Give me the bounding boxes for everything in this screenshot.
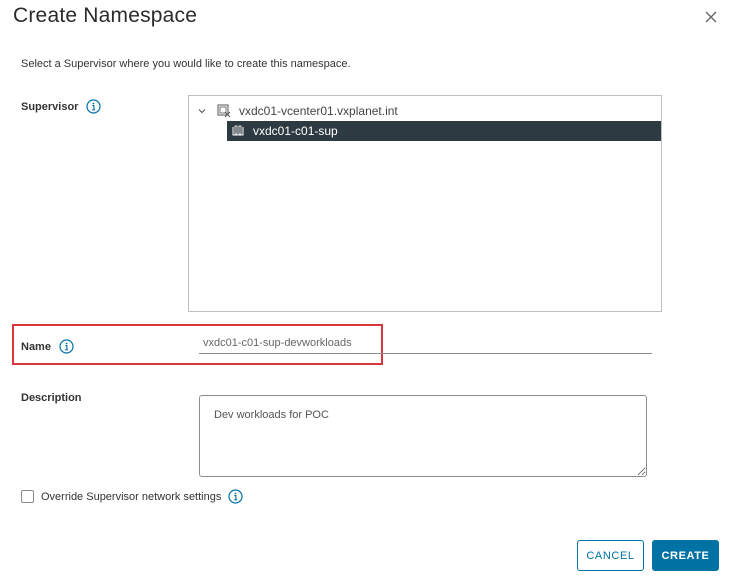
supervisor-label-text: Supervisor bbox=[21, 100, 79, 113]
supervisor-tree[interactable]: vxdc01-vcenter01.vxplanet.int vxdc01-c01… bbox=[188, 95, 662, 312]
dialog-subtitle: Select a Supervisor where you would like… bbox=[21, 58, 351, 70]
name-label: Name bbox=[21, 339, 74, 354]
tree-item-supervisor-selected[interactable]: vxdc01-c01-sup bbox=[227, 121, 661, 141]
supervisor-label: Supervisor bbox=[21, 99, 102, 114]
tree-item-supervisor-label: vxdc01-c01-sup bbox=[253, 124, 338, 138]
tree-item-vcenter[interactable]: vxdc01-vcenter01.vxplanet.int bbox=[197, 102, 398, 120]
create-button[interactable]: CREATE bbox=[652, 540, 719, 571]
dialog-title: Create Namespace bbox=[13, 4, 198, 27]
supervisor-cluster-icon bbox=[232, 125, 244, 136]
override-network-label[interactable]: Override Supervisor network settings bbox=[41, 491, 221, 503]
override-network-row: Override Supervisor network settings bbox=[21, 489, 243, 504]
tree-item-vcenter-label: vxdc01-vcenter01.vxplanet.int bbox=[239, 104, 398, 118]
cancel-button[interactable]: CANCEL bbox=[577, 540, 644, 571]
chevron-down-icon[interactable] bbox=[197, 106, 207, 116]
info-icon[interactable] bbox=[59, 339, 74, 354]
description-label-text: Description bbox=[21, 392, 82, 404]
info-icon[interactable] bbox=[86, 99, 102, 114]
info-icon[interactable] bbox=[228, 489, 243, 504]
description-label: Description bbox=[21, 392, 82, 404]
vcenter-icon bbox=[217, 104, 231, 118]
override-network-checkbox[interactable] bbox=[21, 490, 34, 503]
name-label-text: Name bbox=[21, 340, 51, 353]
description-textarea[interactable]: Dev workloads for POC bbox=[199, 395, 647, 477]
close-icon[interactable] bbox=[702, 8, 720, 26]
name-input[interactable] bbox=[199, 332, 652, 354]
